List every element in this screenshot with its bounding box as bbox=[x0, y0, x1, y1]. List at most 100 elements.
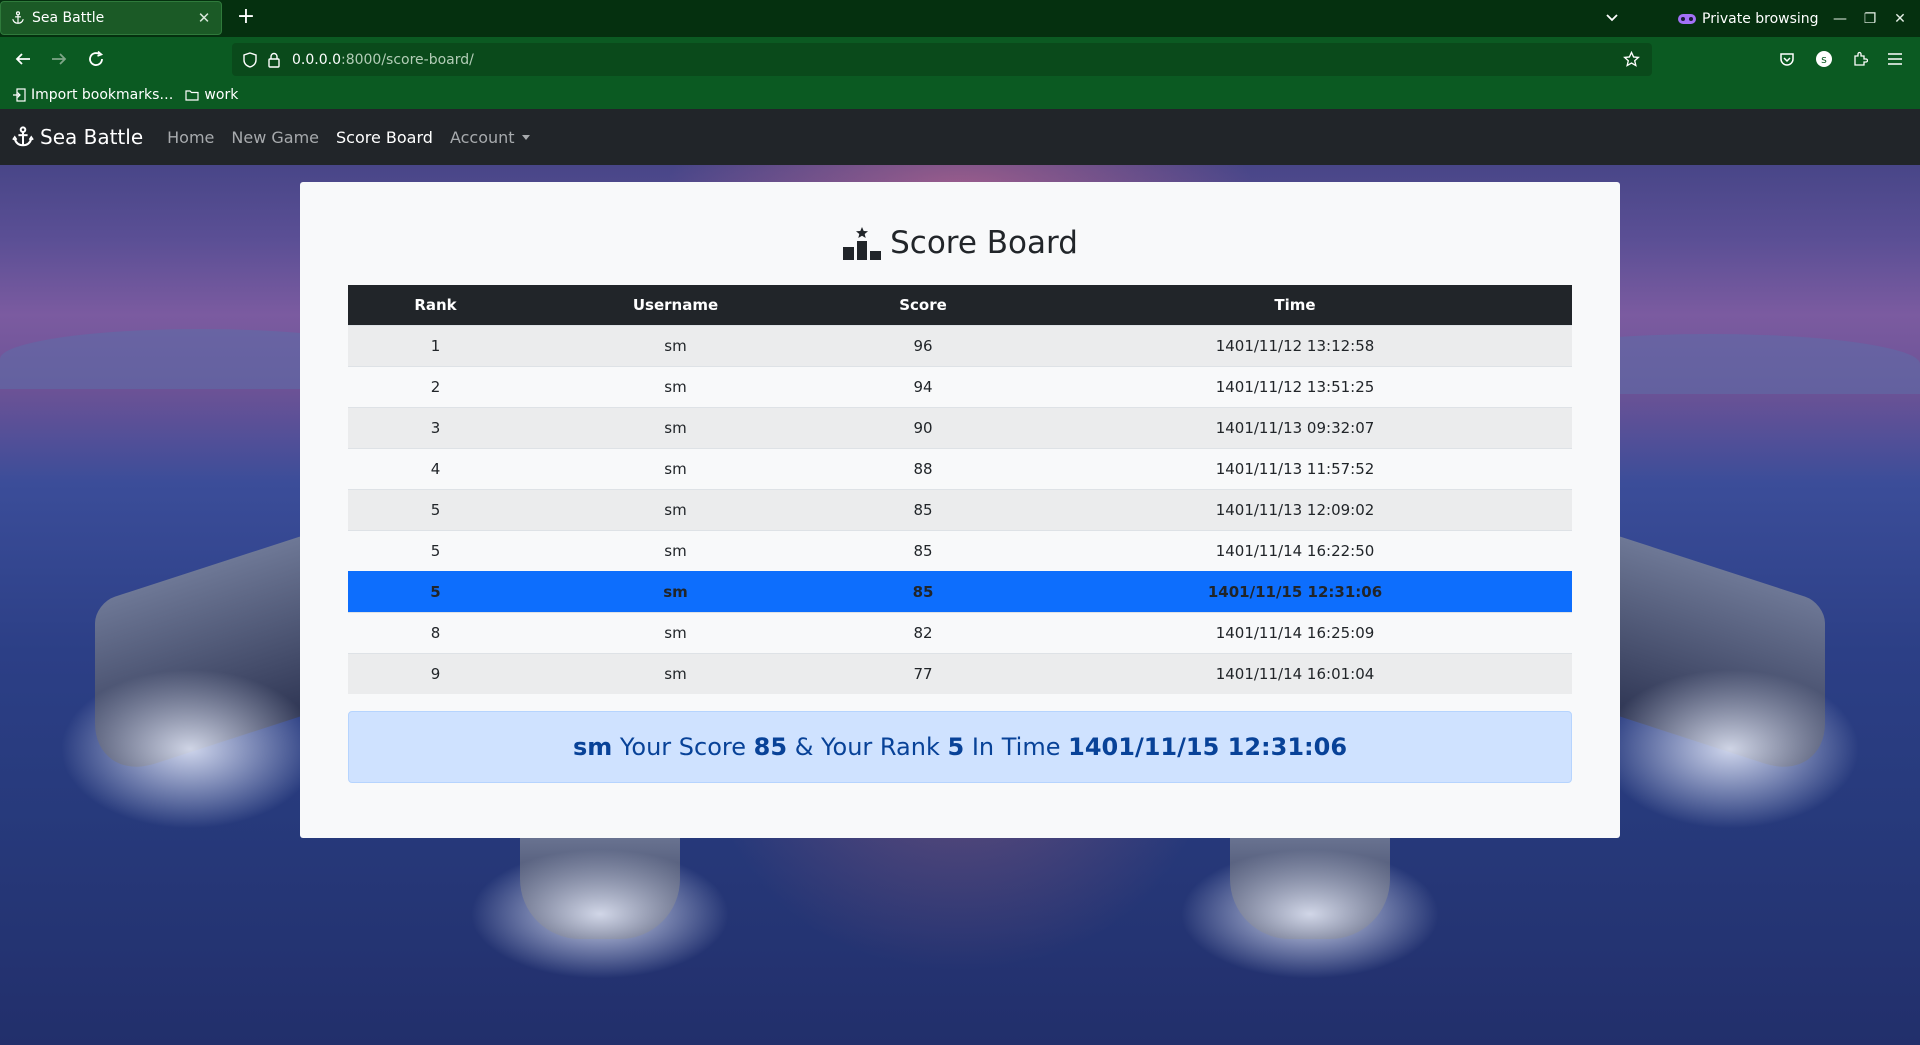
close-tab-icon[interactable]: ✕ bbox=[196, 9, 212, 27]
cell-time: 1401/11/14 16:22:50 bbox=[1018, 529, 1572, 571]
nav-link-home[interactable]: Home bbox=[167, 128, 214, 147]
cell-rank: 5 bbox=[348, 529, 523, 571]
cell-rank: 2 bbox=[348, 365, 523, 407]
bookmark-import-label: Import bookmarks… bbox=[31, 87, 174, 103]
minimize-window-icon[interactable]: — bbox=[1825, 0, 1855, 37]
back-arrow-icon[interactable] bbox=[10, 47, 36, 71]
anchor-icon bbox=[12, 126, 34, 147]
bookmark-import[interactable]: Import bookmarks… bbox=[12, 87, 173, 103]
cell-time: 1401/11/14 16:01:04 bbox=[1018, 652, 1572, 694]
podium-star-icon bbox=[843, 226, 882, 260]
cell-score: 90 bbox=[828, 406, 1018, 448]
table-row: 9 sm 77 1401/11/14 16:01:04 bbox=[348, 652, 1572, 694]
cell-username: sm bbox=[523, 406, 828, 448]
summary-time-prefix: In Time bbox=[971, 733, 1061, 761]
private-mask-icon bbox=[1678, 13, 1696, 24]
cell-score: 85 bbox=[828, 488, 1018, 530]
scoreboard-table: Rank Username Score Time 1 sm 96 1401/11… bbox=[348, 285, 1572, 694]
cell-username: sm bbox=[523, 447, 828, 489]
cell-time: 1401/11/12 13:12:58 bbox=[1018, 324, 1572, 366]
page-viewport: Sea Battle Home New Game Score Board Acc… bbox=[0, 109, 1920, 1045]
site-brand[interactable]: Sea Battle bbox=[12, 125, 143, 149]
tracking-shield-icon[interactable] bbox=[242, 51, 258, 68]
reload-icon[interactable] bbox=[83, 47, 109, 71]
cell-username: sm bbox=[523, 324, 828, 366]
caret-down-icon bbox=[521, 134, 530, 140]
summary-username: sm bbox=[572, 733, 613, 761]
brand-label: Sea Battle bbox=[40, 125, 144, 149]
svg-text:s: s bbox=[1821, 53, 1827, 66]
nav-account-label: Account bbox=[449, 127, 515, 147]
forward-arrow-icon[interactable] bbox=[46, 47, 72, 71]
browser-tab-active[interactable]: Sea Battle ✕ bbox=[0, 1, 222, 35]
cell-rank: 9 bbox=[348, 652, 523, 694]
close-window-icon[interactable]: ✕ bbox=[1885, 0, 1915, 37]
url-path: :8000/score-board/ bbox=[340, 51, 474, 68]
cell-rank: 3 bbox=[348, 406, 523, 448]
private-browsing-label: Private browsing bbox=[1702, 10, 1819, 27]
cell-username: sm bbox=[523, 365, 828, 407]
cell-username: sm bbox=[523, 488, 828, 530]
table-row: 1 sm 96 1401/11/12 13:12:58 bbox=[348, 324, 1572, 366]
cell-score: 94 bbox=[828, 365, 1018, 407]
cell-username: sm bbox=[523, 652, 828, 694]
table-row: 5 sm 85 1401/11/13 12:09:02 bbox=[348, 488, 1572, 530]
site-navbar: Sea Battle Home New Game Score Board Acc… bbox=[0, 109, 1920, 165]
nav-dropdown-account[interactable]: Account bbox=[450, 128, 530, 147]
column-header-score: Score bbox=[828, 285, 1018, 325]
cell-time: 1401/11/13 11:57:52 bbox=[1018, 447, 1572, 489]
page-title-text: Score Board bbox=[890, 225, 1078, 261]
table-row: 5 sm 85 1401/11/14 16:22:50 bbox=[348, 529, 1572, 571]
column-header-rank: Rank bbox=[348, 285, 523, 325]
menu-hamburger-icon[interactable] bbox=[1884, 48, 1906, 70]
cell-score: 77 bbox=[828, 652, 1018, 694]
bookmarks-toolbar: Import bookmarks… work bbox=[0, 81, 1920, 109]
summary-score: 85 bbox=[753, 733, 788, 761]
cell-rank: 5 bbox=[348, 570, 523, 612]
ship-wake bbox=[470, 849, 730, 979]
cell-score: 88 bbox=[828, 447, 1018, 489]
pocket-icon[interactable] bbox=[1776, 48, 1798, 70]
cell-rank: 5 bbox=[348, 488, 523, 530]
nav-link-new-game[interactable]: New Game bbox=[231, 128, 319, 147]
restore-window-icon[interactable]: ❐ bbox=[1855, 0, 1885, 37]
table-header-row: Rank Username Score Time bbox=[348, 285, 1572, 325]
folder-icon bbox=[185, 88, 200, 102]
browser-tab-title: Sea Battle bbox=[32, 10, 105, 26]
url-text[interactable]: 0.0.0.0:8000/score-board/ bbox=[292, 52, 474, 68]
table-row-current-user: 5 sm 85 1401/11/15 12:31:06 bbox=[348, 570, 1572, 612]
bookmark-folder-work[interactable]: work bbox=[185, 87, 238, 103]
browser-tabstrip: Sea Battle ✕ + Private browsing — ❐ ✕ bbox=[0, 0, 1920, 37]
ship-wake bbox=[1600, 669, 1860, 829]
nav-link-score-board[interactable]: Score Board bbox=[336, 128, 433, 147]
anchor-icon bbox=[10, 10, 26, 26]
cell-time: 1401/11/13 12:09:02 bbox=[1018, 488, 1572, 530]
cell-time: 1401/11/12 13:51:25 bbox=[1018, 365, 1572, 407]
list-all-tabs-chevron-icon[interactable] bbox=[1600, 7, 1624, 29]
cell-username: sm bbox=[523, 529, 828, 571]
scoreboard-card: Score Board Rank Username Score Time 1 s… bbox=[300, 182, 1620, 838]
extensions-icon[interactable] bbox=[1849, 48, 1871, 70]
account-s-icon[interactable]: s bbox=[1813, 48, 1835, 70]
cell-time: 1401/11/14 16:25:09 bbox=[1018, 611, 1572, 653]
cell-score: 85 bbox=[828, 529, 1018, 571]
bookmark-folder-label: work bbox=[204, 87, 239, 103]
cell-username: sm bbox=[523, 570, 828, 612]
summary-time: 1401/11/15 12:31:06 bbox=[1068, 733, 1348, 761]
cell-score: 96 bbox=[828, 324, 1018, 366]
cell-username: sm bbox=[523, 611, 828, 653]
table-row: 3 sm 90 1401/11/13 09:32:07 bbox=[348, 406, 1572, 448]
summary-rank-prefix: & Your Rank bbox=[794, 733, 940, 761]
summary-score-prefix: Your Score bbox=[619, 733, 746, 761]
cell-time: 1401/11/15 12:31:06 bbox=[1018, 570, 1572, 612]
address-bar[interactable]: 0.0.0.0:8000/score-board/ bbox=[232, 43, 1652, 76]
user-score-summary: sm Your Score 85 & Your Rank 5 In Time 1… bbox=[348, 711, 1572, 783]
cell-rank: 8 bbox=[348, 611, 523, 653]
cell-score: 85 bbox=[828, 570, 1018, 612]
cell-score: 82 bbox=[828, 611, 1018, 653]
new-tab-button[interactable]: + bbox=[234, 6, 258, 30]
cell-rank: 4 bbox=[348, 447, 523, 489]
lock-icon[interactable] bbox=[266, 52, 282, 68]
table-row: 4 sm 88 1401/11/13 11:57:52 bbox=[348, 447, 1572, 489]
bookmark-star-icon[interactable] bbox=[1623, 51, 1640, 68]
